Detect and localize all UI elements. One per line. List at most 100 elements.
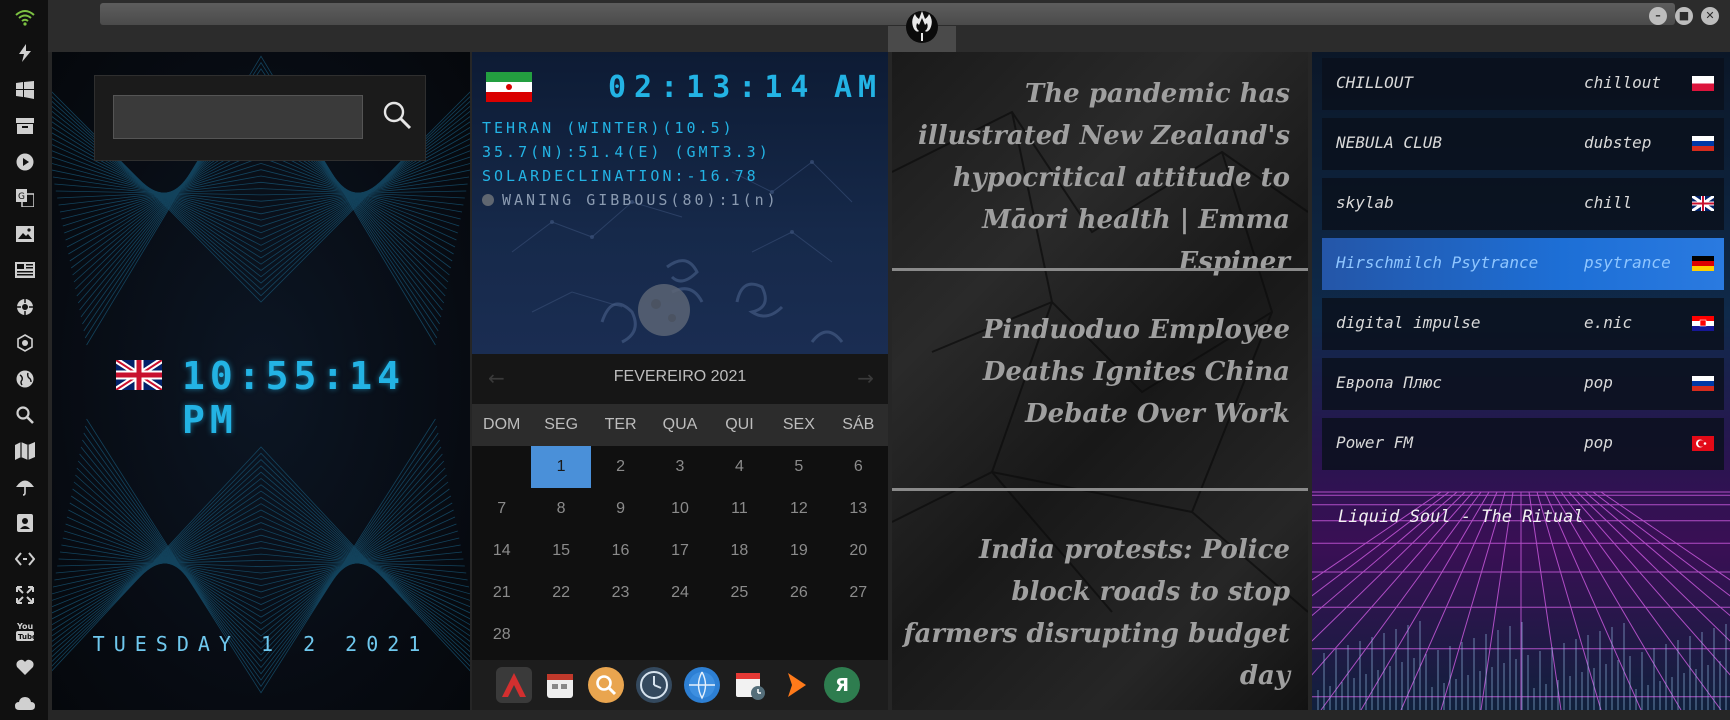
calendar-day[interactable]: 10 [650,488,709,530]
russia-flag-icon [1692,376,1714,391]
settings-cog-icon[interactable] [14,296,36,318]
calendar-day[interactable]: 25 [710,572,769,614]
cloud-icon[interactable] [14,692,36,714]
station-genre: dubstep [1584,133,1652,152]
calendar-day[interactable]: 4 [710,446,769,488]
station-row[interactable]: CHILLOUT chillout [1322,58,1724,110]
calendar-app-icon[interactable] [542,667,578,703]
news-headline-3[interactable]: India protests: Police block roads to st… [902,529,1290,697]
map-icon[interactable] [14,440,36,462]
calendar-day[interactable]: 6 [829,446,888,488]
station-row[interactable]: Power FM pop [1322,418,1724,470]
calendar-day[interactable]: 9 [591,488,650,530]
search-input[interactable] [113,95,363,139]
calendar-day[interactable]: 26 [769,572,828,614]
calendar-day-today[interactable]: 1 [531,446,591,488]
moon-phase-icon [482,194,494,206]
clock-app-icon[interactable] [636,667,672,703]
calendar-day[interactable]: 20 [829,530,888,572]
station-row[interactable]: skylab chill [1322,178,1724,230]
tehran-location-line: TEHRAN (WINTER)(10.5) [482,119,735,137]
svg-text:G: G [18,192,25,202]
news-headline-1[interactable]: The pandemic has illustrated New Zealand… [902,73,1290,283]
archive-icon[interactable] [14,115,36,137]
globe-icon[interactable] [14,368,36,390]
station-genre: chillout [1584,73,1662,92]
app-dock: Я [472,660,888,710]
play-icon[interactable] [14,151,36,173]
maximize-button[interactable]: ■ [1675,7,1693,25]
station-genre: pop [1584,373,1613,392]
station-row[interactable]: digital impulse e.nic [1322,298,1724,350]
uk-clock-panel: 10:55:14 PM TUESDAY 1 2 2021 [52,52,470,710]
calendar-day[interactable]: 5 [769,446,828,488]
search-icon[interactable] [14,404,36,426]
calendar-day[interactable]: 15 [531,530,590,572]
launcher-icon[interactable] [496,667,532,703]
station-row[interactable]: Европа Плюс pop [1322,358,1724,410]
youtube-icon[interactable]: You Tube [14,620,36,642]
calendar-day[interactable]: 27 [829,572,888,614]
calendar-day[interactable]: 21 [472,572,531,614]
tehran-ampm: AM [834,70,883,105]
close-button[interactable]: ✕ [1701,7,1719,25]
moon-phase-line: WANING GIBBOUS(80):1(n) [482,191,779,209]
windows-icon[interactable] [14,79,36,101]
calendar-day[interactable]: 13 [829,488,888,530]
calendar-day [472,446,531,488]
calendar-day[interactable]: 7 [472,488,531,530]
search-app-icon[interactable] [588,667,624,703]
weekday-header: SEG [544,416,579,433]
calendar-day[interactable]: 17 [650,530,709,572]
station-genre: pop [1584,433,1613,452]
bolt-icon[interactable] [14,42,36,64]
news-headline-2[interactable]: Pinduoduo Employee Deaths Ignites China … [902,309,1290,435]
calendar-day[interactable]: 16 [591,530,650,572]
browser-globe-icon[interactable] [684,667,720,703]
window-title-strip[interactable] [100,3,1675,25]
calendar-day[interactable]: 24 [650,572,709,614]
yandex-icon-label: Я [835,674,849,696]
newspaper-icon[interactable] [14,259,36,281]
weekday-header: DOM [483,416,521,433]
image-icon[interactable] [14,223,36,245]
uk-date: TUESDAY 1 2 2021 [92,632,430,656]
calendar-day[interactable]: 18 [710,530,769,572]
tehran-calendar-panel: 02:13:14 AM TEHRAN (WINTER)(10.5) 35.7(N… [472,52,888,710]
station-row-active[interactable]: Hirschmilch Psytrance psytrance [1322,238,1724,290]
poland-flag-icon [1692,76,1714,91]
umbrella-icon[interactable] [14,476,36,498]
calendar-day[interactable]: 23 [591,572,650,614]
heart-icon[interactable] [14,656,36,678]
rebel-alliance-logo-icon[interactable] [902,6,942,46]
wifi-icon[interactable] [14,6,36,28]
calendar-day[interactable]: 14 [472,530,531,572]
search-button[interactable] [380,98,414,132]
expand-icon[interactable] [14,584,36,606]
calendar-day[interactable]: 8 [531,488,590,530]
search-box [94,75,426,161]
station-row[interactable]: NEBULA CLUB dubstep [1322,118,1724,170]
calendar-day[interactable]: 3 [650,446,709,488]
station-name: Power FM [1336,433,1414,452]
translate-icon[interactable]: G [14,187,36,209]
calendar-day[interactable]: 12 [769,488,828,530]
yandex-icon[interactable]: Я [824,667,860,703]
calendar-day[interactable]: 2 [591,446,650,488]
minimize-button[interactable]: – [1649,7,1667,25]
station-genre: psytrance [1584,253,1671,272]
calendar-day[interactable]: 22 [531,572,590,614]
code-icon[interactable] [14,548,36,570]
astronomy-widget: 02:13:14 AM TEHRAN (WINTER)(10.5) 35.7(N… [472,52,888,354]
hexagon-icon[interactable] [14,332,36,354]
news-panel: The pandemic has illustrated New Zealand… [892,52,1308,710]
next-month-button[interactable]: → [857,366,874,390]
arrow-app-icon[interactable] [778,667,814,703]
calendar-day[interactable]: 11 [710,488,769,530]
contacts-icon[interactable] [14,512,36,534]
calendar-day[interactable]: 28 [472,614,531,656]
station-name: Hirschmilch Psytrance [1336,253,1539,272]
schedule-icon[interactable] [732,667,768,703]
synthwave-grid-background [1312,491,1730,710]
calendar-day[interactable]: 19 [769,530,828,572]
